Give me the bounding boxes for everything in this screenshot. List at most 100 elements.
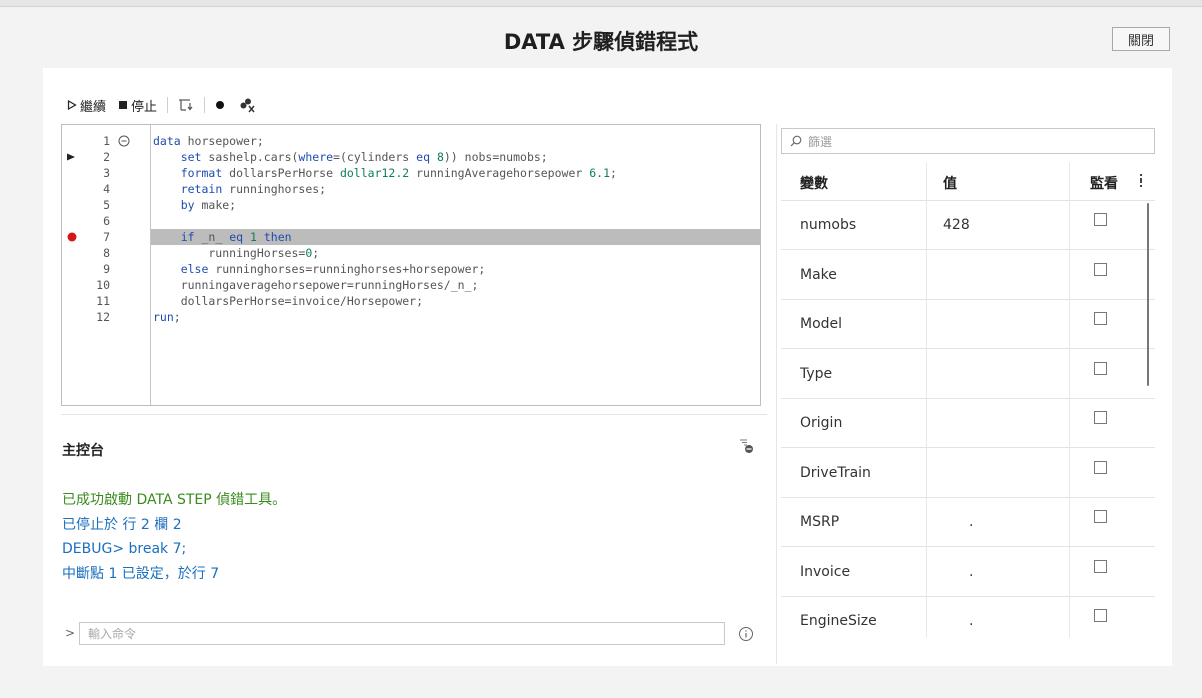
- console-title: 主控台: [62, 443, 104, 459]
- code-editor[interactable]: 1 data horsepower; 2 set sashelp.cars(wher…: [61, 124, 761, 406]
- breakpoint-dot-icon: [216, 101, 225, 109]
- variable-value: .: [969, 563, 974, 580]
- variable-row[interactable]: Type: [781, 349, 1155, 399]
- variable-row[interactable]: DriveTrain: [781, 448, 1155, 498]
- code-line[interactable]: data horsepower;: [151, 133, 760, 149]
- line-number: 8: [103, 246, 110, 260]
- current-line-arrow-icon: [67, 153, 75, 161]
- filter-input[interactable]: [806, 131, 1150, 153]
- variable-name: DriveTrain: [800, 464, 871, 481]
- line-number: 11: [96, 294, 110, 308]
- page-title: DATA 步驟偵錯程式: [503, 30, 699, 54]
- toolbar-divider: [167, 97, 169, 113]
- stop-label: 停止: [131, 99, 158, 115]
- code-line[interactable]: dollarsPerHorse=invoice/Horsepower;: [151, 293, 760, 309]
- watch-checkbox[interactable]: [1094, 262, 1107, 276]
- line-number: 4: [103, 182, 110, 196]
- column-header-value[interactable]: 值: [943, 173, 957, 193]
- variable-value: 428: [943, 217, 970, 233]
- variables-header-row: 變數 值 監看: [781, 162, 1155, 201]
- variable-row[interactable]: Origin: [781, 398, 1155, 448]
- variable-row[interactable]: EngineSize.: [781, 596, 1155, 638]
- variables-scrollbar[interactable]: [1147, 203, 1149, 386]
- watch-checkbox[interactable]: [1094, 312, 1107, 325]
- variable-row[interactable]: Make: [781, 250, 1155, 300]
- console-message: 中斷點 1 已設定，於行 7: [62, 565, 220, 582]
- code-line[interactable]: format dollarsPerHorse dollar12.2 runnin…: [151, 165, 760, 181]
- continue-label: 繼續: [80, 99, 107, 115]
- column-header-variable[interactable]: 變數: [800, 173, 828, 193]
- info-icon[interactable]: [738, 626, 754, 642]
- watch-checkbox[interactable]: [1094, 213, 1107, 226]
- search-icon: [790, 135, 802, 147]
- step-icon: [179, 99, 193, 111]
- stop-icon: [119, 101, 128, 109]
- line-number: 6: [103, 214, 110, 228]
- breakpoint-icon[interactable]: [67, 232, 77, 242]
- console-output: 已成功啟動 DATA STEP 偵錯工具。 已停止於 行 2 欄 2 DEBUG> …: [62, 488, 286, 586]
- continue-button[interactable]: 繼續: [67, 96, 106, 115]
- variable-row[interactable]: Invoice.: [781, 547, 1155, 597]
- command-prompt: >: [65, 626, 76, 640]
- top-border: [0, 0, 1202, 7]
- toolbar-divider: [204, 97, 206, 113]
- variable-name: MSRP: [800, 514, 840, 530]
- variable-name: Origin: [800, 415, 843, 431]
- watch-checkbox[interactable]: [1094, 460, 1107, 474]
- variable-name: numobs: [800, 217, 857, 233]
- stop-button[interactable]: 停止: [118, 96, 157, 115]
- step-button[interactable]: [178, 98, 194, 112]
- debugger-toolbar: 繼續 停止: [67, 96, 255, 115]
- code-line[interactable]: by make;: [151, 197, 760, 213]
- console-message: 已停止於 行 2 欄 2: [62, 516, 182, 533]
- code-line[interactable]: run;: [151, 309, 760, 325]
- code-line[interactable]: if _n_ eq 1 then: [151, 229, 760, 245]
- variable-name: Make: [800, 266, 837, 283]
- code-line[interactable]: set sashelp.cars(where=(cylinders eq 8))…: [151, 149, 760, 165]
- column-header-watch[interactable]: 監看: [1090, 173, 1118, 193]
- console-message: 已成功啟動 DATA STEP 偵錯工具。: [62, 492, 287, 508]
- code-line[interactable]: runningHorses=0;: [151, 245, 760, 261]
- line-number: 7: [103, 230, 110, 244]
- remove-breakpoints-button[interactable]: [239, 97, 255, 113]
- line-number: 9: [103, 262, 110, 276]
- watch-checkbox[interactable]: [1094, 361, 1107, 375]
- line-number: 10: [96, 278, 110, 292]
- code-line[interactable]: retain runninghorses;: [151, 181, 760, 197]
- code-line[interactable]: else runninghorses=runninghorses+horsepo…: [151, 261, 760, 277]
- line-number: 1: [103, 134, 110, 148]
- variable-name: EngineSize: [800, 613, 877, 629]
- code-line[interactable]: [151, 213, 760, 229]
- fold-toggle-icon[interactable]: [118, 135, 130, 147]
- column-divider: [1069, 162, 1070, 638]
- watch-checkbox[interactable]: [1094, 559, 1107, 573]
- line-number: 12: [96, 310, 110, 324]
- filter-field[interactable]: [781, 128, 1155, 154]
- variable-row[interactable]: numobs 428: [781, 200, 1155, 250]
- panel-divider: [776, 124, 777, 664]
- clear-breakpoints-icon: [240, 98, 255, 113]
- line-number: 2: [103, 150, 110, 164]
- close-button[interactable]: 關閉: [1112, 27, 1170, 51]
- code-line[interactable]: runningaveragehorsepower=runningHorses/_…: [151, 277, 760, 293]
- console-message: DEBUG> break 7;: [62, 541, 187, 557]
- clear-console-icon[interactable]: [738, 438, 754, 454]
- variable-row[interactable]: Model: [781, 299, 1155, 349]
- watch-checkbox[interactable]: [1094, 411, 1107, 424]
- toggle-breakpoint-button[interactable]: [215, 100, 225, 110]
- watch-checkbox[interactable]: [1094, 609, 1107, 622]
- editor-console-divider: [61, 414, 767, 415]
- variable-value: .: [969, 613, 974, 629]
- column-divider: [926, 162, 927, 638]
- watch-checkbox[interactable]: [1094, 510, 1107, 523]
- variables-table: 變數 值 監看 numobs 428 Make Model Type Origin Driv…: [781, 162, 1155, 638]
- line-number: 5: [103, 198, 110, 212]
- command-input[interactable]: [79, 622, 725, 645]
- variable-name: Model: [800, 316, 843, 332]
- line-number: 3: [103, 166, 110, 180]
- variable-name: Invoice: [800, 563, 851, 580]
- play-icon: [67, 100, 77, 110]
- variable-row[interactable]: MSRP.: [781, 497, 1155, 547]
- column-options-icon[interactable]: [1136, 172, 1146, 188]
- variable-name: Type: [800, 365, 833, 382]
